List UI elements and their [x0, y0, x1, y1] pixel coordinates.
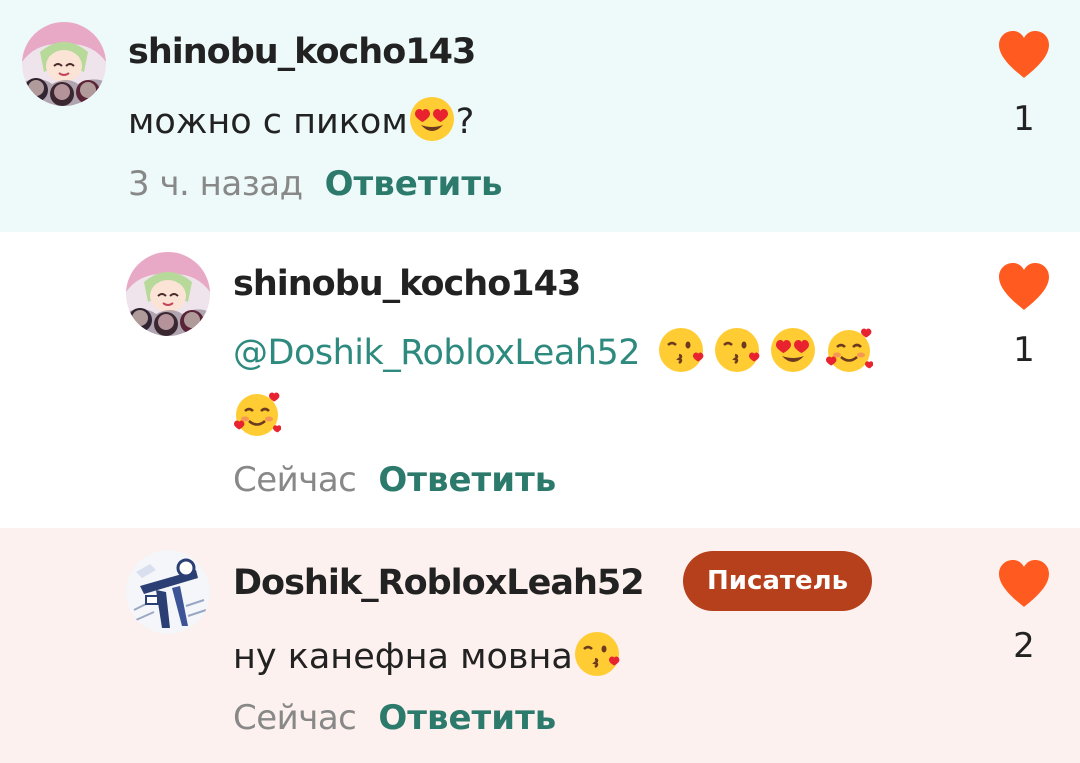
comment-text: можно с пиком? — [128, 95, 474, 146]
username[interactable]: shinobu_kocho143 — [233, 262, 581, 306]
comment-item: shinobu_kocho143 @Doshik_RobloxLeah52 Се… — [0, 232, 1080, 528]
username[interactable]: shinobu_kocho143 — [128, 30, 476, 74]
timestamp: 3 ч. назад — [128, 164, 303, 204]
comment-text-content: ну канефна мовна — [233, 637, 573, 677]
kissing-heart-emoji — [657, 326, 705, 374]
reply-button[interactable]: Ответить — [325, 164, 503, 204]
avatar[interactable] — [22, 22, 106, 106]
timestamp: Сейчас — [233, 698, 357, 738]
comment-text: ну канефна мовна — [233, 630, 621, 681]
like-count: 1 — [1013, 330, 1035, 370]
smiling-hearts-emoji — [233, 390, 281, 438]
comment-meta: 3 ч. назад Ответить — [128, 162, 503, 212]
comment-text-content: можно с пиком — [128, 102, 408, 142]
comment-text-line2 — [233, 390, 281, 441]
heart-icon[interactable] — [997, 30, 1051, 80]
comment-item: shinobu_kocho143 можно с пиком? 3 ч. наз… — [0, 0, 1080, 232]
avatar[interactable] — [126, 252, 210, 336]
like-count: 2 — [1013, 626, 1035, 666]
avatar[interactable] — [126, 550, 210, 634]
comment-text-trailing: ? — [455, 102, 475, 142]
like-count: 1 — [1013, 99, 1035, 139]
comment-text: @Doshik_RobloxLeah52 — [233, 326, 873, 377]
reply-button[interactable]: Ответить — [378, 460, 556, 500]
kissing-heart-emoji — [573, 630, 621, 678]
reply-button[interactable]: Ответить — [378, 698, 556, 738]
kissing-heart-emoji — [713, 326, 761, 374]
heart-eyes-emoji — [408, 95, 456, 143]
author-badge: Писатель — [683, 551, 873, 611]
mention-link[interactable]: @Doshik_RobloxLeah52 — [233, 333, 641, 373]
heart-icon[interactable] — [997, 559, 1051, 609]
heart-icon[interactable] — [997, 262, 1051, 312]
smiling-hearts-emoji — [825, 326, 873, 374]
timestamp: Сейчас — [233, 460, 357, 500]
heart-eyes-emoji — [769, 326, 817, 374]
comment-item: Doshik_RobloxLeah52 Писатель ну канефна … — [0, 528, 1080, 763]
comment-meta: Сейчас Ответить — [233, 696, 556, 746]
username[interactable]: Doshik_RobloxLeah52 — [233, 561, 645, 605]
comment-meta: Сейчас Ответить — [233, 458, 556, 508]
